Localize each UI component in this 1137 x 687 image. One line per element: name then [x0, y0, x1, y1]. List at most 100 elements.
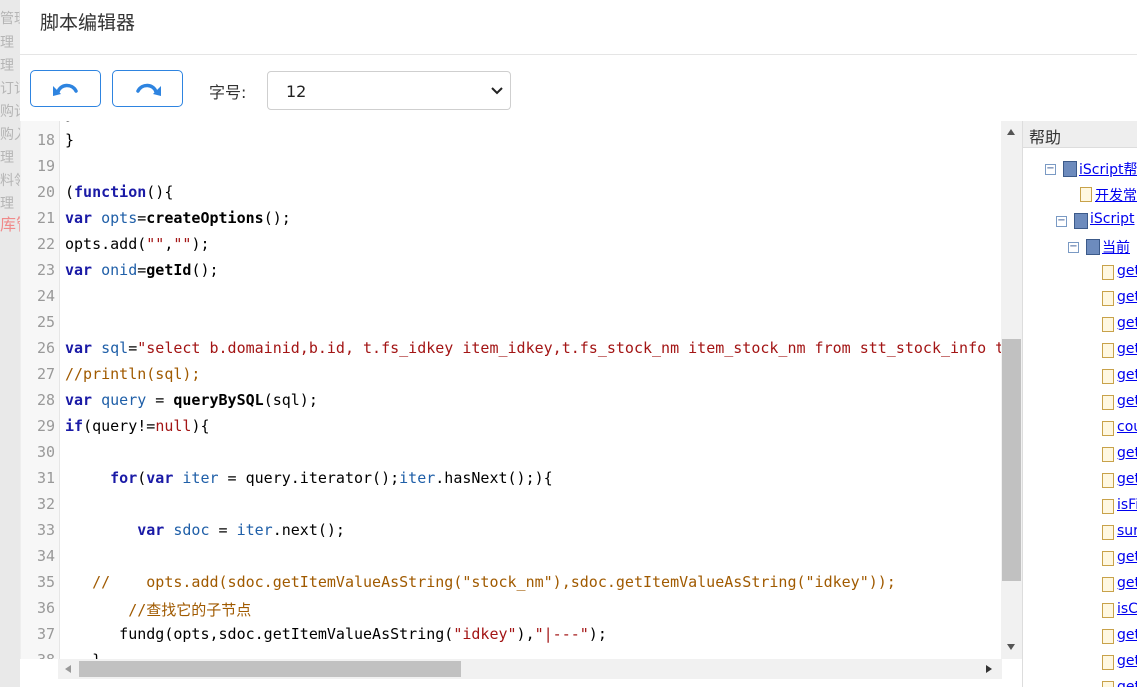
code-line[interactable]: var sdoc = iter.next(); — [65, 521, 345, 539]
help-tree-item[interactable]: get — [1117, 471, 1137, 487]
help-tree-item[interactable]: 当前 — [1102, 237, 1130, 257]
help-tree-item[interactable]: isC — [1117, 601, 1137, 617]
code-line[interactable]: for(var iter = query.iterator();iter.has… — [65, 469, 553, 487]
help-tree-item[interactable]: get — [1117, 341, 1137, 357]
scroll-down-icon[interactable] — [1007, 644, 1015, 650]
line-number: 21 — [36, 209, 55, 227]
scroll-up-icon[interactable] — [1007, 129, 1015, 135]
tree-collapse-icon[interactable]: − — [1056, 216, 1067, 227]
background-menu-item: 库管 — [0, 215, 20, 234]
code-line[interactable]: } — [65, 651, 101, 659]
code-line[interactable]: //println(sql); — [65, 365, 200, 383]
code-line[interactable]: } — [65, 131, 74, 149]
chevron-down-icon — [491, 87, 503, 95]
help-tree-item[interactable]: get — [1117, 367, 1137, 383]
document-icon — [1102, 681, 1114, 687]
font-size-label: 字号: — [209, 83, 247, 102]
help-panel-header: 帮助 — [1023, 121, 1137, 148]
document-icon — [1102, 655, 1114, 670]
editor-toolbar: 字号: 12 — [20, 55, 1137, 121]
document-icon — [1102, 473, 1114, 488]
code-line[interactable]: (function(){ — [65, 183, 173, 201]
help-tree-item[interactable]: iScript帮 — [1079, 159, 1137, 179]
scroll-right-icon[interactable] — [986, 665, 992, 673]
code-line[interactable]: if(query!=null){ — [65, 417, 210, 435]
vertical-scroll-thumb[interactable] — [1002, 339, 1021, 581]
background-menu-item: 订记 — [0, 81, 20, 97]
help-tree-item[interactable]: get — [1117, 549, 1137, 565]
background-menu-item: 理 — [0, 35, 14, 51]
line-number: 38 — [37, 651, 55, 659]
line-number: 31 — [36, 469, 55, 487]
background-side-menu: 管理理理订记购计购入理料领理库管 — [0, 0, 20, 687]
document-icon — [1102, 525, 1114, 540]
code-line[interactable]: var sql="select b.domainid,b.id, t.fs_id… — [65, 339, 1004, 357]
font-size-value: 12 — [286, 82, 307, 101]
document-icon — [1102, 603, 1114, 618]
code-line[interactable]: var opts=createOptions(); — [65, 209, 291, 227]
redo-button[interactable] — [112, 70, 183, 107]
line-number: 28 — [36, 391, 55, 409]
book-icon — [1086, 239, 1100, 255]
horizontal-scroll-thumb[interactable] — [79, 661, 461, 677]
background-menu-item: 理 — [0, 58, 14, 74]
code-line[interactable]: var onid=getId(); — [65, 261, 219, 279]
line-number: 35 — [36, 573, 55, 591]
line-number: 32 — [36, 495, 55, 513]
help-tree-item[interactable]: get — [1117, 445, 1137, 461]
undo-button[interactable] — [30, 70, 101, 107]
redo-icon — [136, 83, 161, 96]
code-line[interactable]: fundg(opts,sdoc.getItemValueAsString("id… — [65, 625, 607, 643]
help-tree-item[interactable]: get — [1117, 315, 1137, 331]
code-line[interactable]: //查找它的子节点 — [65, 599, 251, 620]
code-line[interactable]: opts.add("",""); — [65, 235, 210, 253]
line-number: 18 — [36, 131, 55, 149]
background-menu-item: 管理 — [0, 11, 20, 27]
help-tree-item[interactable]: get — [1117, 263, 1137, 279]
help-tree-item[interactable]: get — [1117, 653, 1137, 669]
help-tree-item[interactable]: isFi — [1117, 497, 1137, 513]
help-tree-item[interactable]: 开发常 — [1095, 185, 1137, 205]
background-menu-item: 购计 — [0, 104, 20, 120]
code-line[interactable]: } — [65, 121, 74, 123]
editor-vertical-scrollbar[interactable] — [1001, 121, 1022, 659]
code-line[interactable]: var query = queryBySQL(sql); — [65, 391, 318, 409]
document-icon — [1080, 187, 1092, 202]
help-tree-item[interactable]: get — [1117, 575, 1137, 591]
tree-collapse-icon[interactable]: − — [1068, 242, 1079, 253]
line-number: 24 — [36, 287, 55, 305]
document-icon — [1102, 265, 1114, 280]
tree-collapse-icon[interactable]: − — [1045, 164, 1056, 175]
font-size-select[interactable]: 12 — [267, 71, 511, 110]
undo-icon — [53, 83, 78, 96]
document-icon — [1102, 551, 1114, 566]
background-menu-item: 购入 — [0, 127, 20, 143]
background-menu-item: 料领 — [0, 173, 20, 189]
help-tree-item[interactable]: get — [1117, 679, 1137, 687]
editor-horizontal-scrollbar[interactable] — [58, 659, 1002, 679]
document-icon — [1102, 447, 1114, 462]
dialog-titlebar: 脚本编辑器 — [20, 0, 1137, 55]
help-tree-item[interactable]: cou — [1117, 419, 1137, 435]
line-number: 34 — [36, 547, 55, 565]
background-menu-item: 理 — [0, 196, 14, 212]
line-number: 20 — [36, 183, 55, 201]
document-icon — [1102, 629, 1114, 644]
scroll-left-icon[interactable] — [65, 665, 71, 673]
line-number-gutter: 18 19 20 21 22 23 24 25 26 27 28 29 30 31 32 33 34 35 36 37… — [21, 121, 60, 659]
help-panel: 帮助 − iScript帮开发常 − iScript − 当前 get get get get ge… — [1022, 121, 1137, 687]
line-number: 33 — [36, 521, 55, 539]
help-tree-item[interactable]: get — [1117, 393, 1137, 409]
line-number: 29 — [36, 417, 55, 435]
line-number: 36 — [36, 599, 55, 617]
code-editor[interactable]: 18 19 20 21 22 23 24 25 26 27 28 29 30 31 32 33 34 35 36 37… — [20, 121, 1023, 659]
document-icon — [1102, 317, 1114, 332]
help-tree-item[interactable]: get — [1117, 627, 1137, 643]
line-number: 25 — [36, 313, 55, 331]
help-tree-item[interactable]: iScript — [1090, 211, 1135, 227]
code-line[interactable]: // opts.add(sdoc.getItemValueAsString("s… — [65, 573, 896, 591]
document-icon — [1102, 577, 1114, 592]
line-number: 37 — [36, 625, 55, 643]
help-tree-item[interactable]: sur — [1117, 523, 1137, 539]
help-tree-item[interactable]: get — [1117, 289, 1137, 305]
